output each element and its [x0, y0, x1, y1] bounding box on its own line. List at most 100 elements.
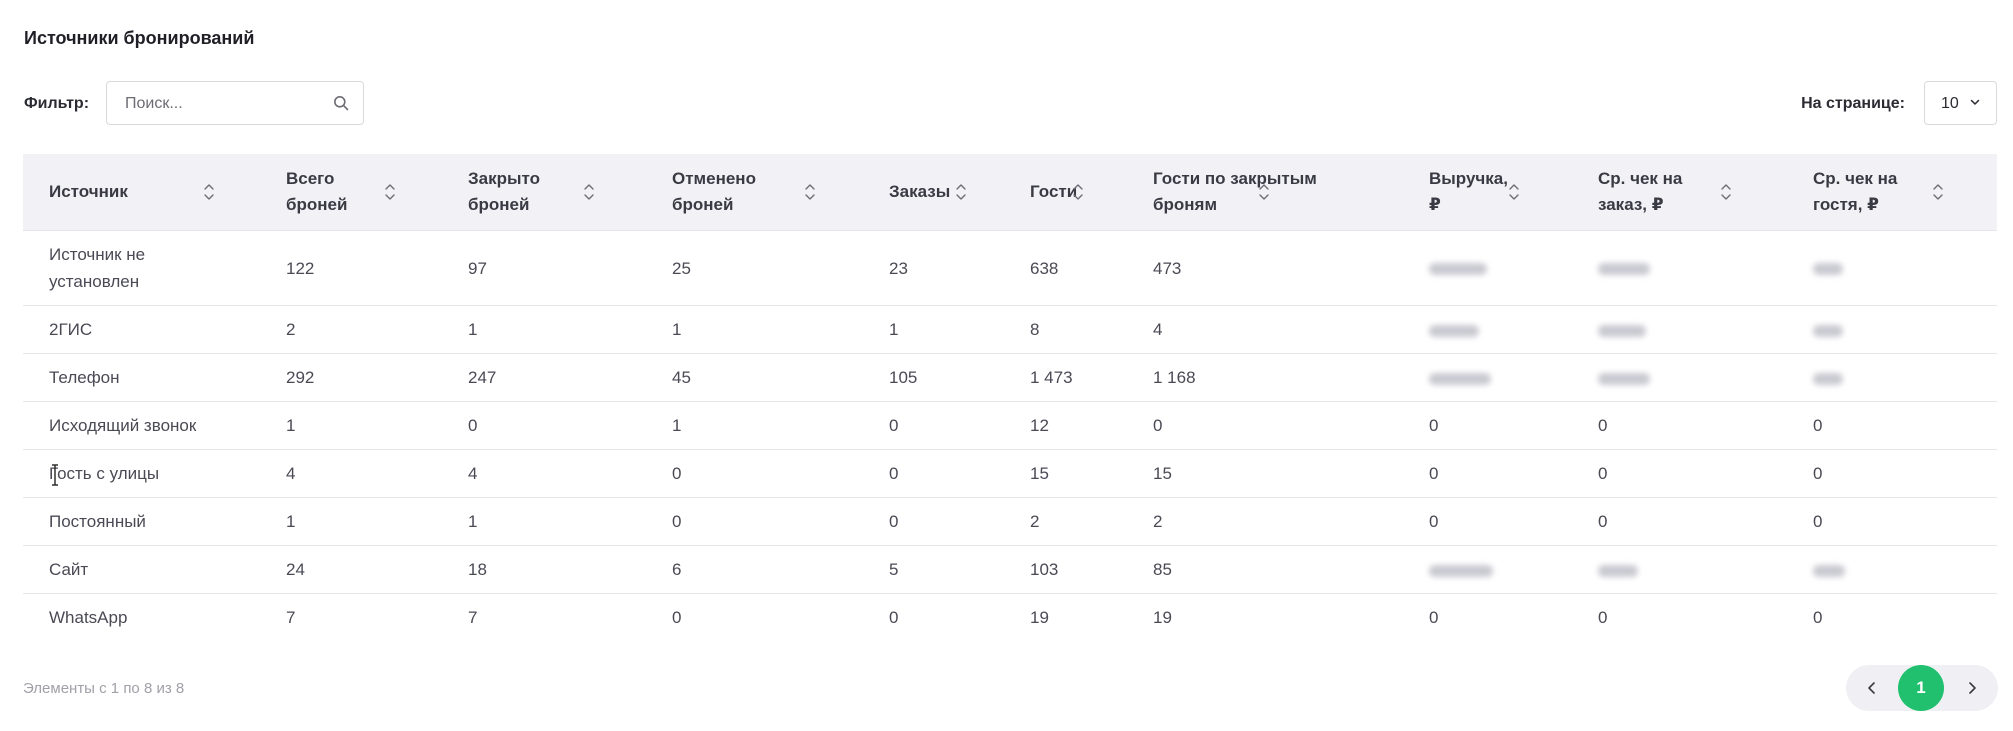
column-header[interactable]: Закрыто броней	[442, 154, 646, 231]
column-header[interactable]: Ср. чек на гостя, ₽	[1787, 154, 1997, 231]
cell-guests: 638	[1004, 230, 1127, 306]
cell-value: 24	[286, 560, 305, 579]
cell-value: 45	[672, 368, 691, 387]
cell-value: 2	[1153, 512, 1163, 531]
sort-icon[interactable]	[1072, 182, 1084, 202]
per-page-select[interactable]: 10	[1924, 81, 1997, 125]
cell-closed: 18	[442, 545, 646, 594]
sort-icon[interactable]	[804, 182, 816, 202]
cell-value: 105	[889, 368, 918, 387]
cell-value: 19	[1153, 608, 1172, 627]
cell-value: 0	[1813, 464, 1823, 483]
column-header[interactable]: Гости по закрытым броням	[1127, 154, 1403, 231]
search-input[interactable]	[123, 82, 327, 126]
cell-value: 7	[468, 608, 478, 627]
blurred-value-mark	[1429, 324, 1479, 337]
cell-closed: 247	[442, 353, 646, 402]
cell-avg-order: 0	[1572, 594, 1787, 642]
source-name-line: Сайт	[49, 560, 89, 579]
cell-value: 0	[1429, 608, 1439, 627]
table-row[interactable]: Гость с улицы 4 4 0 0 15 15 0 0 0	[23, 449, 1997, 498]
cell-guests: 15	[1004, 449, 1127, 498]
cell-cancelled: 25	[646, 230, 863, 306]
sort-icon[interactable]	[583, 182, 595, 202]
column-header-label: Всего броней	[260, 166, 442, 218]
column-header[interactable]: Источник	[23, 154, 260, 231]
chevron-left-icon[interactable]	[1864, 680, 1880, 696]
cell-cancelled: 6	[646, 545, 863, 594]
cell-guests-closed: 19	[1127, 594, 1403, 642]
cell-orders: 0	[863, 497, 1004, 546]
blurred-value	[1572, 364, 1787, 391]
search-icon[interactable]	[333, 95, 349, 111]
sort-icon[interactable]	[203, 182, 215, 202]
cell-value: 2	[1030, 512, 1040, 531]
sort-icon[interactable]	[1508, 182, 1520, 202]
cell-value: 0	[1429, 416, 1439, 435]
cell-value: 0	[1813, 512, 1823, 531]
cell-avg-guest	[1787, 353, 1997, 402]
column-header[interactable]: Всего броней	[260, 154, 442, 231]
blurred-value-mark	[1813, 372, 1843, 385]
table-row[interactable]: Постоянный 1 1 0 0 2 2 0 0 0	[23, 497, 1997, 546]
column-header-label-line: Источник	[49, 182, 128, 201]
source-name-line: Источник не	[49, 245, 146, 264]
cell-value: 0	[1813, 416, 1823, 435]
column-header[interactable]: Отменено броней	[646, 154, 863, 231]
search-box[interactable]	[106, 81, 364, 126]
sort-icon[interactable]	[384, 182, 396, 202]
cell-value: 23	[889, 258, 908, 278]
cell-value: 122	[286, 258, 315, 278]
cell-value: 473	[1153, 258, 1182, 278]
source-name-line: 2ГИС	[49, 320, 93, 339]
cell-value: 247	[468, 368, 497, 387]
column-header[interactable]: Заказы	[863, 154, 1004, 231]
column-header[interactable]: Гости	[1004, 154, 1127, 231]
source-name: Источник не установлен	[23, 241, 260, 295]
cell-value: 15	[1153, 464, 1172, 483]
table-row[interactable]: 2ГИС 2 1 1 1 8 4	[23, 305, 1997, 354]
sort-icon[interactable]	[1720, 182, 1732, 202]
cell-value: 2	[286, 320, 296, 339]
pagination: 1	[1846, 665, 1998, 711]
cell-value: 4	[468, 464, 478, 483]
sort-icon[interactable]	[1932, 182, 1944, 202]
column-header[interactable]: Ср. чек на заказ, ₽	[1572, 154, 1787, 231]
blurred-value-mark	[1598, 372, 1650, 385]
source-name-line: WhatsApp	[49, 608, 128, 627]
column-header[interactable]: Выручка, ₽	[1403, 154, 1572, 231]
page-button-current[interactable]: 1	[1898, 665, 1944, 711]
cell-value: 638	[1030, 258, 1059, 278]
source-name: 2ГИС	[23, 316, 260, 343]
cell-total: 292	[260, 353, 442, 402]
cell-total: 2	[260, 305, 442, 354]
cell-value: 18	[468, 560, 487, 579]
chevron-right-icon[interactable]	[1964, 680, 1980, 696]
cell-avg-order	[1572, 353, 1787, 402]
cell-revenue	[1403, 230, 1572, 306]
blurred-value-mark	[1429, 263, 1487, 276]
blurred-value-mark	[1598, 263, 1650, 276]
cell-total: 122	[260, 230, 442, 306]
cell-value: 19	[1030, 608, 1049, 627]
table-row[interactable]: WhatsApp 7 7 0 0 19 19 0 0 0	[23, 594, 1997, 642]
cell-orders: 1	[863, 305, 1004, 354]
cell-guests-closed: 473	[1127, 230, 1403, 306]
column-header-label: Выручка, ₽	[1403, 166, 1572, 218]
sort-icon[interactable]	[1258, 182, 1270, 202]
column-header-label: Ср. чек на заказ, ₽	[1572, 166, 1787, 218]
table-row[interactable]: Источник не установлен 122 97 25 23 638 473	[23, 230, 1997, 306]
column-header-label: Ср. чек на гостя, ₽	[1787, 166, 1997, 218]
sources-table: Источник Всего броней Закрыто броней Отменено…	[23, 154, 1997, 641]
cell-value: 15	[1030, 464, 1049, 483]
table-row[interactable]: Сайт 24 18 6 5 103 85	[23, 545, 1997, 594]
cell-avg-order	[1572, 230, 1787, 306]
cell-value: 7	[286, 608, 296, 627]
cell-value: 0	[1153, 416, 1163, 435]
cell-value: 0	[889, 464, 899, 483]
blurred-value	[1403, 556, 1572, 583]
cell-total: 1	[260, 401, 442, 450]
sort-icon[interactable]	[955, 182, 967, 202]
table-row[interactable]: Телефон 292 247 45 105 1 473 1 168	[23, 353, 1997, 402]
table-row[interactable]: Исходящий звонок 1 0 1 0 12 0 0 0 0	[23, 401, 1997, 450]
